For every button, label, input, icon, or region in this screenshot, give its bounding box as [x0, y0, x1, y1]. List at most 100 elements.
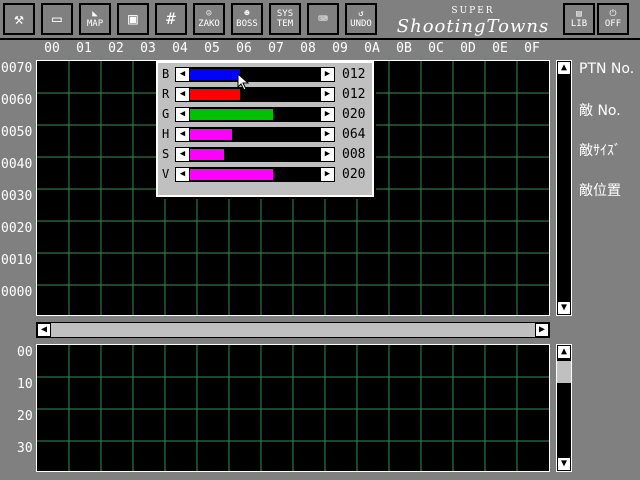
color-slider-track[interactable]: ◀ ▶	[175, 87, 335, 102]
boss-face-icon: ☻ BOSS	[236, 9, 258, 29]
column-header: 0C	[428, 41, 444, 56]
scroll-down-button[interactable]: ▼	[557, 301, 571, 315]
row-header: 0020	[1, 221, 33, 236]
enemy-position-label: 敵位置	[579, 183, 621, 199]
increase-arrow-icon[interactable]: ▶	[321, 128, 334, 141]
column-header: 09	[332, 41, 348, 56]
color-slider-track[interactable]: ◀ ▶	[175, 127, 335, 142]
drive-button[interactable]: ▭	[41, 3, 73, 35]
slider-label: S	[162, 147, 170, 161]
increase-arrow-icon[interactable]: ▶	[321, 168, 334, 181]
undo-button[interactable]: ↺ UNDO	[345, 3, 377, 35]
increase-arrow-icon[interactable]: ▶	[321, 148, 334, 161]
sys-template-icon: SYS TEM	[276, 9, 294, 29]
color-slider-track[interactable]: ◀ ▶	[175, 167, 335, 182]
enemy-grid[interactable]	[36, 344, 550, 472]
drive-icon: ▭	[52, 9, 62, 28]
lower-row-header: 20	[17, 409, 33, 424]
scroll-right-button[interactable]: ▶	[535, 323, 549, 337]
arrow-down-icon: ▼	[560, 458, 568, 469]
increase-arrow-icon[interactable]: ▶	[321, 68, 334, 81]
slider-fill	[190, 109, 273, 120]
decrease-arrow-icon[interactable]: ◀	[176, 168, 189, 181]
row-header: 0030	[1, 189, 33, 204]
enemy-number-label: 敵 No.	[579, 103, 621, 119]
japan-map-icon: ◣ MAP	[86, 9, 104, 29]
system-template-button[interactable]: SYS TEM	[269, 3, 301, 35]
floppy-button[interactable]: ▣	[117, 3, 149, 35]
column-header: 04	[172, 41, 188, 56]
row-header: 0040	[1, 157, 33, 172]
color-slider-track[interactable]: ◀ ▶	[175, 67, 335, 82]
color-slider-track[interactable]: ◀ ▶	[175, 107, 335, 122]
slider-label: G	[162, 107, 170, 121]
scroll-thumb[interactable]	[557, 361, 571, 383]
lower-row-header: 30	[17, 441, 33, 456]
column-header: 02	[108, 41, 124, 56]
logo-title-text: ShootingTowns	[396, 16, 550, 37]
toolbar: ⚒ ▭ ◣ MAP ▣ # ☺ ZAKO ☻ BOSS SYS TEM ⌨ ↺ UNDO…	[0, 0, 640, 40]
slider-value: 012	[342, 67, 366, 82]
lower-scroll-up-button[interactable]: ▲	[557, 345, 571, 359]
increase-arrow-icon[interactable]: ▶	[321, 88, 334, 101]
slider-label: H	[162, 127, 170, 141]
decrease-arrow-icon[interactable]: ◀	[176, 68, 189, 81]
keyboard-button[interactable]: ⌨	[307, 3, 339, 35]
column-header: 00	[44, 41, 60, 56]
row-header: 0070	[1, 61, 33, 76]
book-icon: ▤ LIB	[570, 9, 588, 29]
zako-enemy-icon: ☺ ZAKO	[198, 9, 220, 29]
undo-icon: ↺ UNDO	[350, 9, 372, 29]
lower-vertical-scrollbar[interactable]: ▲ ▼	[556, 344, 572, 472]
slider-fill	[190, 149, 224, 160]
floppy-disk-icon: ▣	[128, 9, 138, 28]
tools-button[interactable]: ⚒	[3, 3, 35, 35]
app-logo: SUPER ShootingTowns	[386, 3, 560, 37]
column-header: 0E	[492, 41, 508, 56]
power-off-button[interactable]: ⏻ OFF	[597, 3, 629, 35]
power-switch-icon: ⏻ OFF	[604, 9, 622, 29]
slider-label: V	[162, 167, 170, 181]
column-header: 01	[76, 41, 92, 56]
color-slider-track[interactable]: ◀ ▶	[175, 147, 335, 162]
zako-button[interactable]: ☺ ZAKO	[193, 3, 225, 35]
slider-fill	[190, 89, 240, 100]
lower-row-header: 00	[17, 345, 33, 360]
decrease-arrow-icon[interactable]: ◀	[176, 108, 189, 121]
grid-button[interactable]: #	[155, 3, 187, 35]
keyboard-icon: ⌨	[318, 9, 328, 28]
lower-scroll-down-button[interactable]: ▼	[557, 457, 571, 471]
upper-vertical-scrollbar[interactable]: ▲ ▼	[556, 60, 572, 316]
decrease-arrow-icon[interactable]: ◀	[176, 148, 189, 161]
mouse-cursor-icon	[237, 73, 250, 91]
arrow-up-icon: ▲	[560, 346, 568, 357]
slider-fill	[190, 69, 240, 80]
slider-fill	[190, 129, 232, 140]
column-header: 0A	[364, 41, 380, 56]
ptn-number-label: PTN No.	[579, 61, 635, 77]
scroll-left-button[interactable]: ◀	[37, 323, 51, 337]
column-header: 07	[268, 41, 284, 56]
column-header: 03	[140, 41, 156, 56]
slider-value: 020	[342, 167, 366, 182]
enemy-size-label: 敵ｻｲｽﾞ	[579, 143, 621, 159]
slider-label: B	[162, 67, 170, 81]
increase-arrow-icon[interactable]: ▶	[321, 108, 334, 121]
slider-value: 008	[342, 147, 366, 162]
slider-label: R	[162, 87, 170, 101]
decrease-arrow-icon[interactable]: ◀	[176, 128, 189, 141]
column-header: 0D	[460, 41, 476, 56]
horizontal-scrollbar[interactable]: ◀ ▶	[36, 322, 550, 338]
color-palette-dialog: B ◀ ▶ 012 R ◀ ▶ 012 G ◀ ▶ 020 H ◀ ▶ 064 S ◀ ▶ 008 V ◀ ▶ 020	[156, 61, 374, 197]
decrease-arrow-icon[interactable]: ◀	[176, 88, 189, 101]
arrow-right-icon: ▶	[538, 324, 546, 335]
library-button[interactable]: ▤ LIB	[563, 3, 595, 35]
scroll-up-button[interactable]: ▲	[557, 61, 571, 75]
map-button[interactable]: ◣ MAP	[79, 3, 111, 35]
grid-icon: #	[166, 9, 176, 28]
lower-row-header: 10	[17, 377, 33, 392]
row-header: 0010	[1, 253, 33, 268]
boss-button[interactable]: ☻ BOSS	[231, 3, 263, 35]
slider-value: 012	[342, 87, 366, 102]
slider-value: 064	[342, 127, 366, 142]
